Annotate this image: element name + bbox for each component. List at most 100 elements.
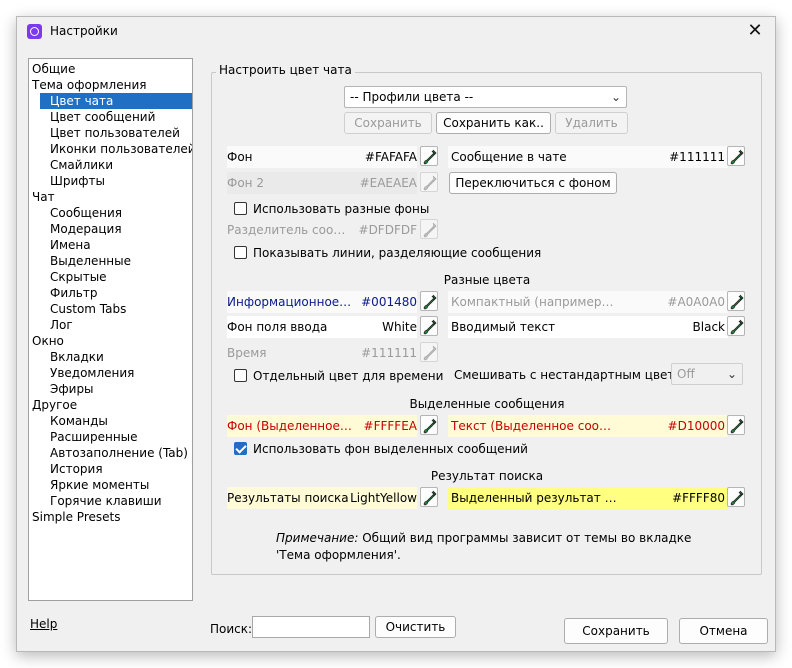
checkbox-box[interactable] — [234, 246, 247, 259]
tree-item[interactable]: Тема оформления — [32, 77, 146, 93]
help-link[interactable]: Help — [30, 617, 57, 631]
eyedropper-icon — [423, 175, 437, 191]
hl-bg-row: Фон (Выделенное с... #FFFFEA — [227, 415, 417, 437]
mix-color-select[interactable]: Off ⌄ — [671, 363, 743, 385]
chat-message-value: #111111 — [669, 150, 725, 164]
hl-bg-color-picker[interactable] — [420, 415, 438, 435]
eyedropper-icon — [423, 490, 437, 506]
background2-color-picker[interactable] — [420, 172, 438, 192]
switch-background-button[interactable]: Переключиться с фоном — [449, 172, 617, 194]
search-results-color-picker[interactable] — [420, 487, 438, 507]
tree-item[interactable]: Уведомления — [50, 365, 134, 381]
search-selected-color-picker[interactable] — [727, 487, 745, 507]
eyedropper-icon — [423, 418, 437, 434]
background2-row: Фон 2 #EAEAEA — [227, 172, 417, 194]
color-profiles-select[interactable]: -- Профили цвета -- ⌄ — [344, 86, 627, 108]
save-profile-as-button[interactable]: Сохранить как.. — [436, 112, 551, 134]
tree-item[interactable]: Смайлики — [50, 157, 113, 173]
input-text-value: Black — [692, 320, 725, 334]
info-message-color-picker[interactable] — [420, 291, 438, 311]
separator-row: Разделитель сообщ... #DFDFDF — [227, 219, 417, 241]
compact-value: #A0A0A0 — [667, 295, 725, 309]
tree-item[interactable]: Команды — [50, 413, 108, 429]
chat-message-color-picker[interactable] — [727, 146, 745, 166]
eyedropper-icon — [730, 418, 744, 434]
tree-item[interactable]: Чат — [32, 189, 55, 205]
compact-row: Компактный (например, M... #A0A0A0 — [448, 291, 728, 313]
save-profile-button[interactable]: Сохранить — [344, 112, 432, 134]
time-color-picker[interactable] — [420, 342, 438, 362]
tree-item[interactable]: Расширенные — [50, 429, 138, 445]
search-results-value: LightYellow — [350, 491, 417, 505]
tree-item[interactable]: Выделенные — [50, 253, 131, 269]
background-color-picker[interactable] — [420, 146, 438, 166]
search-label: Поиск: — [210, 622, 253, 636]
title-bar: Настройки ✕ — [17, 17, 775, 47]
tree-item[interactable]: История — [50, 461, 103, 477]
eyedropper-icon — [423, 222, 437, 238]
checkbox-box[interactable] — [234, 369, 247, 382]
tree-item[interactable]: Фильтр — [50, 285, 97, 301]
input-bg-value: White — [382, 320, 417, 334]
eyedropper-icon — [730, 294, 744, 310]
tree-item[interactable]: Общие — [32, 61, 75, 77]
chat-message-row: Сообщение в чате #111111 — [448, 146, 728, 168]
background2-label: Фон 2 — [227, 176, 264, 190]
input-bg-label: Фон поля ввода — [227, 320, 328, 334]
eyedropper-icon — [730, 149, 744, 165]
checkbox-box[interactable] — [234, 202, 247, 215]
use-hl-bg-label: Использовать фон выделенных сообщений — [253, 442, 528, 456]
eyedropper-icon — [730, 319, 744, 335]
search-selected-row: Выделенный результат пои... #FFFF80 — [448, 487, 728, 509]
clear-button[interactable]: Очистить — [375, 616, 456, 638]
tree-item[interactable]: Эфиры — [50, 381, 94, 397]
search-results-row: Результаты поиска LightYellow — [227, 487, 417, 509]
search-results-label: Результаты поиска — [227, 491, 349, 505]
time-value: #111111 — [361, 346, 417, 360]
tree-item[interactable]: Шрифты — [50, 173, 105, 189]
settings-tree[interactable]: Общие Тема оформления Цвет чата Цвет сообще… — [28, 58, 193, 601]
separator-color-picker[interactable] — [420, 219, 438, 239]
tree-item[interactable]: Лог — [50, 317, 73, 333]
tree-item[interactable]: Simple Presets — [32, 509, 120, 525]
hl-bg-value: #FFFFEA — [363, 419, 417, 433]
tree-item[interactable]: Цвет сообщений — [50, 109, 155, 125]
input-bg-color-picker[interactable] — [420, 316, 438, 336]
use-different-bg-label: Использовать разные фоны — [253, 202, 430, 216]
compact-color-picker[interactable] — [727, 291, 745, 311]
chat-message-label: Сообщение в чате — [451, 150, 567, 164]
tree-item[interactable]: Автозаполнение (Tab) — [50, 445, 188, 461]
time-label: Время — [227, 346, 267, 360]
info-message-label: Информационное с... — [227, 295, 352, 309]
input-text-color-picker[interactable] — [727, 316, 745, 336]
tree-item[interactable]: Цвет чата — [40, 93, 192, 109]
hl-text-color-picker[interactable] — [727, 415, 745, 435]
misc-colors-heading: Разные цвета — [443, 273, 531, 287]
cancel-button[interactable]: Отмена — [679, 618, 768, 644]
info-message-value: #001480 — [361, 295, 417, 309]
save-button[interactable]: Сохранить — [564, 618, 668, 644]
highlighted-heading: Выделенные сообщения — [409, 397, 565, 411]
tree-item[interactable]: Иконки пользователей — [50, 141, 192, 157]
tree-item[interactable]: Модерация — [50, 221, 122, 237]
checkbox-box-checked[interactable] — [234, 442, 247, 455]
show-separator-lines-label: Показывать линии, разделяющие сообщения — [253, 246, 542, 260]
tree-item[interactable]: Вкладки — [50, 349, 104, 365]
background2-value: #EAEAEA — [359, 176, 417, 190]
background-value: #FAFAFA — [364, 150, 417, 164]
search-selected-value: #FFFF80 — [672, 491, 725, 505]
tree-item[interactable]: Скрытые — [50, 269, 107, 285]
close-icon[interactable]: ✕ — [741, 20, 769, 44]
info-message-row: Информационное с... #001480 — [227, 291, 417, 313]
delete-profile-button[interactable]: Удалить — [555, 112, 628, 134]
chevron-down-icon: ⌄ — [726, 367, 737, 381]
tree-item[interactable]: Цвет пользователей — [50, 125, 180, 141]
search-input[interactable] — [252, 616, 370, 638]
tree-item[interactable]: Яркие моменты — [50, 477, 149, 493]
tree-item[interactable]: Сообщения — [50, 205, 122, 221]
tree-item[interactable]: Имена — [50, 237, 91, 253]
tree-item[interactable]: Другое — [32, 397, 77, 413]
tree-item[interactable]: Окно — [32, 333, 64, 349]
tree-item[interactable]: Горячие клавиши — [50, 493, 162, 509]
tree-item[interactable]: Custom Tabs — [50, 301, 126, 317]
